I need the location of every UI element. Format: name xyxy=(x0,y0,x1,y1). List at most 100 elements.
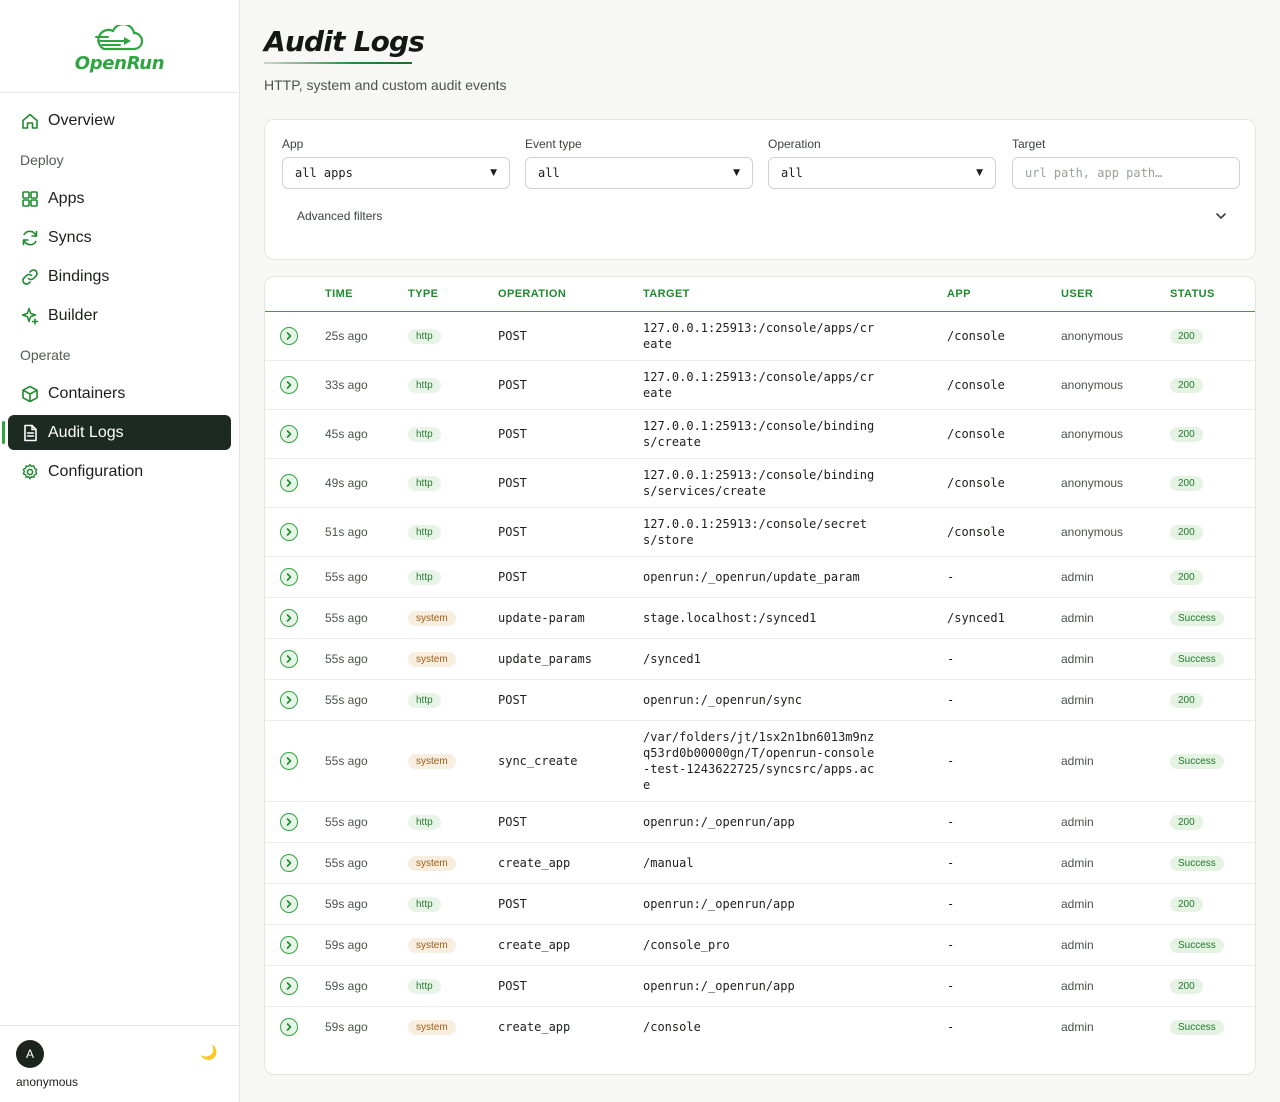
status-badge: Success xyxy=(1170,855,1224,871)
target-cell: 127.0.0.1:25913:/console/apps/create xyxy=(643,311,947,361)
expand-row-icon[interactable] xyxy=(280,976,298,995)
user-cell: admin xyxy=(1061,842,1170,884)
status-cell: 200 xyxy=(1170,360,1255,410)
expand-cell xyxy=(265,883,325,925)
status-cell: Success xyxy=(1170,924,1255,966)
user-cell: admin xyxy=(1061,597,1170,639)
target-placeholder: url path, app path… xyxy=(1025,166,1163,180)
table-row[interactable]: 55s ago http POST openrun:/_openrun/app - adm… xyxy=(265,801,1255,843)
event-type-select[interactable]: all ▼ xyxy=(525,157,753,189)
target-cell: openrun:/_openrun/sync xyxy=(643,679,947,721)
time-cell: 49s ago xyxy=(325,458,408,508)
user-cell: admin xyxy=(1061,679,1170,721)
status-badge: Success xyxy=(1170,937,1224,953)
sidebar-item-overview[interactable]: Overview xyxy=(8,103,231,138)
user-cell: admin xyxy=(1061,556,1170,598)
table-row[interactable]: 55s ago system update_params/synced1- admin… xyxy=(265,638,1255,680)
expand-header xyxy=(265,277,325,312)
operation-select[interactable]: all ▼ xyxy=(768,157,996,189)
expand-row-icon[interactable] xyxy=(280,935,298,954)
type-cell: system xyxy=(408,597,498,639)
table-row[interactable]: 45s ago http POST 127.0.0.1:25913:/console/… xyxy=(265,409,1255,459)
expand-row-icon[interactable] xyxy=(280,812,298,831)
time-cell: 55s ago xyxy=(325,638,408,680)
expand-row-icon[interactable] xyxy=(280,751,298,770)
target-input[interactable]: url path, app path… xyxy=(1012,157,1240,189)
expand-row-icon[interactable] xyxy=(280,1017,298,1036)
sidebar-item-configuration[interactable]: Configuration xyxy=(8,454,231,489)
avatar[interactable]: A xyxy=(16,1040,44,1068)
expand-row-icon[interactable] xyxy=(280,649,298,668)
table-row[interactable]: 55s ago http POST openrun:/_openrun/update_… xyxy=(265,556,1255,598)
expand-row-icon[interactable] xyxy=(280,522,298,541)
logo[interactable]: OpenRun xyxy=(0,0,239,93)
table-row[interactable]: 33s ago http POST 127.0.0.1:25913:/console/… xyxy=(265,360,1255,410)
expand-row-icon[interactable] xyxy=(280,608,298,627)
column-header-user[interactable]: USER xyxy=(1061,277,1170,312)
moon-icon[interactable]: 🌙 xyxy=(200,1044,217,1061)
table-row[interactable]: 55s ago system update-param stage.localhost… xyxy=(265,597,1255,639)
sidebar-item-syncs[interactable]: Syncs xyxy=(8,220,231,255)
advanced-filters-toggle[interactable]: Advanced filters xyxy=(282,202,1238,230)
target-label: Target xyxy=(1012,137,1046,151)
target-cell: 127.0.0.1:25913:/console/apps/create xyxy=(643,360,947,410)
expand-cell xyxy=(265,1006,325,1047)
event-type-filter: Event type all ▼ xyxy=(525,137,753,189)
sidebar-item-bindings[interactable]: Bindings xyxy=(8,259,231,294)
column-header-target[interactable]: TARGET xyxy=(643,277,947,312)
status-badge: 200 xyxy=(1170,524,1203,540)
column-header-operation[interactable]: OPERATION xyxy=(498,277,643,312)
expand-row-icon[interactable] xyxy=(280,690,298,709)
column-header-time[interactable]: TIME xyxy=(325,277,408,312)
table-row[interactable]: 55s ago system sync_create/var/folders/jt/… xyxy=(265,720,1255,802)
column-header-app[interactable]: APP xyxy=(947,277,1061,312)
table-row[interactable]: 55s ago http POST openrun:/_openrun/sync - ad… xyxy=(265,679,1255,721)
expand-row-icon[interactable] xyxy=(280,567,298,586)
user-cell: admin xyxy=(1061,801,1170,843)
sidebar-item-apps[interactable]: Apps xyxy=(8,181,231,216)
status-badge: 200 xyxy=(1170,475,1203,491)
status-cell: 200 xyxy=(1170,409,1255,459)
operation-cell: create_app xyxy=(498,924,643,966)
app-cell: - xyxy=(947,556,1061,598)
sidebar-item-builder[interactable]: Builder xyxy=(8,298,231,333)
table-row[interactable]: 55s ago system create_app/manual - admin Succ… xyxy=(265,842,1255,884)
status-cell: 200 xyxy=(1170,801,1255,843)
app-select[interactable]: all apps ▼ xyxy=(282,157,510,189)
sidebar-item-containers[interactable]: Containers xyxy=(8,376,231,411)
table-row[interactable]: 59s ago system create_app/console_pro - admi… xyxy=(265,924,1255,966)
page-subtitle: HTTP, system and custom audit events xyxy=(264,77,507,93)
expand-row-icon[interactable] xyxy=(280,375,298,394)
audit-table-card: TIME TYPE OPERATION TARGET APP USER STAT… xyxy=(264,276,1256,1075)
expand-row-icon[interactable] xyxy=(280,424,298,443)
expand-row-icon[interactable] xyxy=(280,894,298,913)
status-badge: 200 xyxy=(1170,569,1203,585)
operation-value: all xyxy=(781,166,803,180)
table-row[interactable]: 59s ago http POST openrun:/_openrun/app - adm… xyxy=(265,883,1255,925)
operation-cell: update-param xyxy=(498,597,643,639)
sidebar-item-audit-logs[interactable]: Audit Logs xyxy=(2,415,231,450)
app-cell: - xyxy=(947,679,1061,721)
target-cell: openrun:/_openrun/app xyxy=(643,883,947,925)
status-badge: 200 xyxy=(1170,377,1203,393)
table-row[interactable]: 49s ago http POST 127.0.0.1:25913:/console/… xyxy=(265,458,1255,508)
expand-cell xyxy=(265,720,325,802)
type-badge: http xyxy=(408,814,441,830)
user-cell: admin xyxy=(1061,720,1170,802)
expand-row-icon[interactable] xyxy=(280,473,298,492)
column-header-status[interactable]: STATUS xyxy=(1170,277,1255,312)
time-cell: 55s ago xyxy=(325,801,408,843)
table-row[interactable]: 59s ago http POST openrun:/_openrun/app - adm… xyxy=(265,965,1255,1007)
type-cell: system xyxy=(408,720,498,802)
column-header-type[interactable]: TYPE xyxy=(408,277,498,312)
expand-row-icon[interactable] xyxy=(280,326,298,345)
table-row[interactable]: 51s ago http POST 127.0.0.1:25913:/console/… xyxy=(265,507,1255,557)
status-cell: Success xyxy=(1170,638,1255,680)
app-cell: /console xyxy=(947,311,1061,361)
table-row[interactable]: 59s ago system create_app/console - admin Suc… xyxy=(265,1006,1255,1047)
expand-row-icon[interactable] xyxy=(280,853,298,872)
time-cell: 25s ago xyxy=(325,311,408,361)
table-row[interactable]: 25s ago http POST 127.0.0.1:25913:/console/… xyxy=(265,311,1255,361)
filters-panel: App all apps ▼ Event type all ▼ Operatio… xyxy=(264,119,1256,260)
app-cell: - xyxy=(947,638,1061,680)
